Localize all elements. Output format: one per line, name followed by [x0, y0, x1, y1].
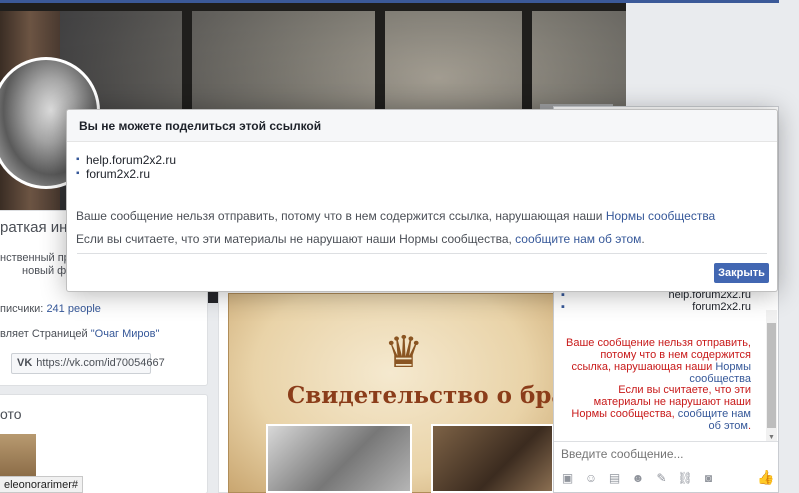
dialog-message-text: Ваше сообщение нельзя отправить, потому …	[76, 209, 606, 223]
blocked-link-item: forum2x2.ru	[76, 167, 176, 181]
subscribers-link[interactable]: 241 people	[46, 303, 100, 315]
gif-icon[interactable]: ▤	[607, 471, 622, 485]
attach-icon[interactable]: ✎	[654, 471, 669, 485]
thumbs-up-icon[interactable]: 👍	[757, 469, 774, 486]
vk-link-text: https://vk.com/id70054667	[36, 357, 165, 369]
chat-input-divider	[554, 441, 778, 442]
vk-link-button[interactable]: VK https://vk.com/id70054667	[11, 353, 165, 374]
dialog-message: Ваше сообщение нельзя отправить, потому …	[76, 209, 715, 223]
report-link[interactable]: сообщите нам об этом	[515, 232, 641, 246]
window-top-frame	[0, 3, 626, 11]
chat-toolbar: ▣ ☺ ▤ ☻ ✎ ⛓ ◙	[560, 469, 776, 487]
emoji-icon[interactable]: ☻	[631, 471, 646, 485]
intro-line: нственный про	[0, 252, 76, 264]
subscribers-label: писчики:	[0, 303, 47, 315]
camera-icon[interactable]: ◙	[701, 471, 716, 485]
dialog-report-message: Если вы считаете, что эти материалы не н…	[76, 232, 645, 246]
dialog-report-end: .	[641, 232, 645, 246]
blocked-links-list: help.forum2x2.ru forum2x2.ru	[76, 153, 176, 181]
photos-title[interactable]: ото	[0, 406, 22, 422]
crown-icon: ♛	[384, 328, 424, 377]
certificate-photo-groom	[431, 424, 554, 493]
chat-error-message: Ваше сообщение нельзя отправить, потому …	[563, 337, 751, 385]
chat-link-list: help.forum2x2.ru forum2x2.ru	[561, 289, 753, 313]
certificate-title: Свидетельство о браке	[287, 382, 598, 409]
dialog-report-text: Если вы считаете, что эти материалы не н…	[76, 232, 516, 246]
community-standards-link[interactable]: Нормы сообщества	[606, 209, 715, 223]
scroll-down-icon[interactable]: ▼	[768, 434, 775, 441]
dialog-title: Вы не можете поделиться этой ссылкой	[79, 119, 322, 133]
manages-page-info: вляет Страницей "Очаг Миров"	[0, 328, 159, 340]
vk-icon: VK	[17, 357, 33, 369]
intro-line: новый фо	[22, 265, 73, 277]
dialog-header: Вы не можете поделиться этой ссылкой	[67, 110, 777, 142]
chat-link-item: forum2x2.ru	[561, 301, 753, 313]
chat-message-input[interactable]	[561, 447, 761, 461]
close-button[interactable]: Закрыть	[714, 263, 769, 283]
share-blocked-dialog: Вы не можете поделиться этой ссылкой hel…	[66, 109, 778, 292]
certificate-photo-bride	[266, 424, 412, 493]
chat-error-report: Если вы считаете, что эти материалы не н…	[563, 384, 751, 432]
subscribers-info: писчики: 241 people	[0, 303, 101, 315]
photo-icon[interactable]: ▣	[560, 471, 575, 485]
dialog-separator	[77, 253, 767, 254]
blocked-link-item: help.forum2x2.ru	[76, 153, 176, 167]
chat-scrollbar-thumb[interactable]	[767, 323, 776, 428]
manages-label: вляет Страницей	[0, 328, 91, 340]
chat-error-end: .	[747, 420, 751, 432]
photo-thumbnail[interactable]	[0, 433, 37, 477]
status-bar-url: eleonorarimer#	[0, 476, 83, 493]
report-link[interactable]: сообщите нам об этом	[678, 408, 751, 432]
page-right-margin	[779, 0, 799, 493]
link-icon[interactable]: ⛓	[678, 471, 693, 485]
sticker-icon[interactable]: ☺	[584, 471, 599, 485]
managed-page-link[interactable]: "Очаг Миров"	[91, 328, 160, 340]
